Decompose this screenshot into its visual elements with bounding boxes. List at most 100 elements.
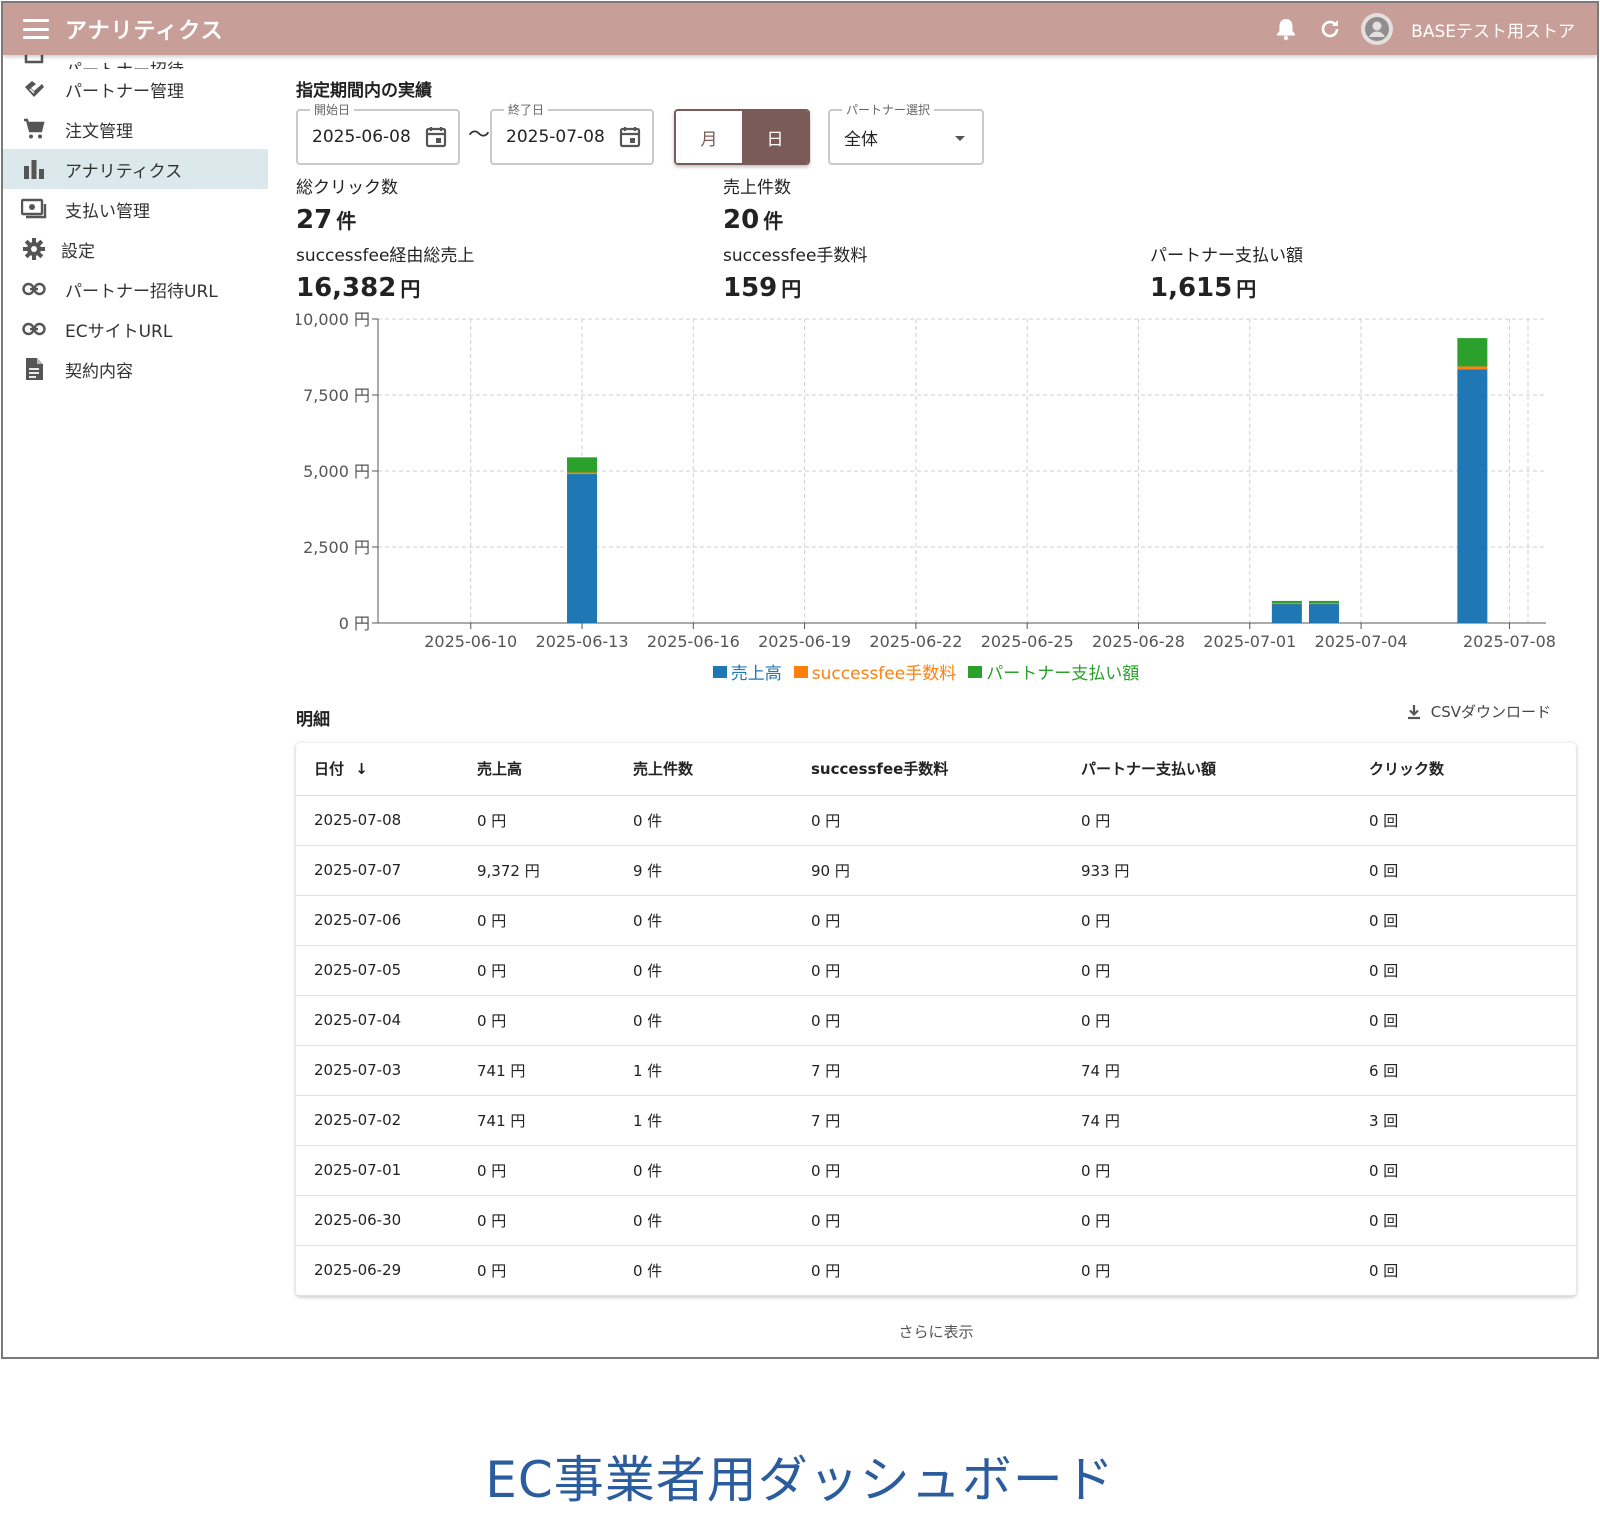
table-cell: 0 円 [1063, 1245, 1351, 1296]
table-cell: 9 件 [615, 845, 793, 896]
table-cell: 2025-07-02 [296, 1095, 459, 1146]
legend-item-payout[interactable]: パートナー支払い額 [968, 659, 1139, 684]
end-date-field[interactable]: 終了日 2025-07-08 [490, 101, 654, 165]
column-header-sales[interactable]: 売上高 [459, 743, 615, 796]
y-tick-label: 2,500 円 [303, 538, 370, 557]
start-date-label: 開始日 [310, 101, 355, 118]
table-cell: 2025-07-08 [296, 795, 459, 846]
table-cell: 2025-07-04 [296, 995, 459, 1046]
sidebar-item-payments[interactable]: 支払い管理 [3, 189, 268, 229]
legend-item-fee[interactable]: successfee手数料 [793, 659, 956, 684]
kpi-clicks-label: 総クリック数 [296, 178, 398, 198]
toggle-month-button[interactable]: 月 [676, 111, 742, 163]
csv-download-button[interactable]: CSVダウンロード [1405, 701, 1551, 722]
x-tick-label: 2025-06-10 [424, 632, 517, 651]
bar-payout [1457, 338, 1488, 367]
legend-label: パートナー支払い額 [986, 664, 1140, 684]
table-row: 2025-07-04 0 円0 件0 円0 円0 回 [296, 995, 1576, 1046]
table-cell: 0 回 [1351, 845, 1576, 896]
table-cell: 741 円 [459, 1045, 615, 1096]
bar-sales [1271, 603, 1302, 623]
kpi-sales-label: successfee経由総売上 [296, 246, 475, 266]
bar-fee [567, 472, 598, 475]
start-date-field[interactable]: 開始日 2025-06-08 [296, 101, 460, 165]
table-cell: 0 円 [793, 1195, 1063, 1246]
table-cell: 6 回 [1351, 1045, 1576, 1096]
details-table-container: 日付 ↓ 売上高 売上件数 successfee手数料 パートナー支払い額 クリ… [296, 743, 1576, 1296]
sort-arrow-down-icon[interactable]: ↓ [355, 760, 368, 778]
toggle-day-button[interactable]: 日 [742, 111, 808, 163]
table-cell: 2025-07-01 [296, 1145, 459, 1196]
table-cell: 0 件 [615, 795, 793, 846]
csv-download-label: CSVダウンロード [1430, 703, 1551, 721]
column-header-fee[interactable]: successfee手数料 [793, 743, 1063, 796]
details-table-body: 2025-07-08 0 円0 件0 円0 円0 回 2025-07-07 9,372… [296, 795, 1576, 1296]
end-date-value: 2025-07-08 [506, 127, 605, 147]
sidebar-item-label: 注文管理 [65, 121, 133, 142]
sidebar-item-label: ECサイトURL [65, 321, 173, 342]
table-cell: 0 回 [1351, 1145, 1576, 1196]
kpi-payout-label: パートナー支払い額 [1150, 246, 1303, 266]
store-name[interactable]: BASEテスト用ストア [1411, 17, 1575, 42]
y-tick-label: 7,500 円 [303, 386, 370, 405]
calendar-icon[interactable] [618, 125, 642, 149]
details-table: 日付 ↓ 売上高 売上件数 successfee手数料 パートナー支払い額 クリ… [296, 743, 1576, 1296]
table-cell: 0 円 [793, 1245, 1063, 1296]
bar-payout [567, 457, 598, 473]
bar-sales [1457, 369, 1488, 623]
legend-swatch [793, 665, 808, 678]
bar-sales [567, 474, 598, 623]
legend-item-sales[interactable]: 売上高 [712, 659, 782, 684]
table-cell: 2025-06-29 [296, 1245, 459, 1296]
sidebar-item-label: 設定 [61, 241, 95, 262]
sidebar-item-label: パートナー招待URL [65, 281, 218, 302]
sidebar-item-orders[interactable]: 注文管理 [3, 109, 268, 149]
partner-select-value: 全体 [844, 130, 878, 150]
calendar-icon[interactable] [424, 125, 448, 149]
sidebar-item-partner-management[interactable]: パートナー管理 [3, 69, 268, 109]
sidebar: パートナー招待 パートナー管理 注文管理 アナリティクス 支払い管理 [3, 55, 268, 1355]
table-cell: 0 件 [615, 945, 793, 996]
sidebar-item-analytics[interactable]: アナリティクス [3, 149, 268, 189]
x-tick-label: 2025-07-04 [1315, 632, 1408, 651]
sidebar-item-label: 支払い管理 [65, 201, 150, 222]
table-cell: 0 件 [615, 1195, 793, 1246]
sidebar-item-partner-invite-url[interactable]: パートナー招待URL [3, 269, 268, 309]
refresh-icon[interactable] [1317, 16, 1343, 42]
x-tick-label: 2025-07-01 [1203, 632, 1296, 651]
bell-icon[interactable] [1273, 16, 1299, 42]
details-title: 明細 [296, 710, 330, 730]
table-cell: 9,372 円 [459, 845, 615, 896]
column-header-orders[interactable]: 売上件数 [615, 743, 793, 796]
table-cell: 0 件 [615, 995, 793, 1046]
sidebar-item-contract[interactable]: 契約内容 [3, 349, 268, 389]
link-icon [21, 316, 47, 342]
column-header-payout[interactable]: パートナー支払い額 [1063, 743, 1351, 796]
bar-fee [1308, 603, 1339, 605]
sidebar-item-settings[interactable]: 設定 [3, 229, 268, 269]
y-tick-label: 10,000 円 [296, 310, 370, 329]
menu-icon[interactable] [23, 19, 49, 39]
y-tick-label: 5,000 円 [303, 462, 370, 481]
column-header-clicks[interactable]: クリック数 [1351, 743, 1576, 796]
column-header-date[interactable]: 日付 ↓ [296, 743, 459, 796]
table-cell: 2025-07-06 [296, 895, 459, 946]
table-cell: 2025-07-07 [296, 845, 459, 896]
table-cell: 0 回 [1351, 1245, 1576, 1296]
sidebar-item-partner-invite[interactable]: パートナー招待 [3, 55, 268, 69]
y-tick-label: 0 円 [339, 614, 370, 633]
show-more-button[interactable]: さらに表示 [296, 1321, 1576, 1342]
top-app-bar: アナリティクス BASEテスト用ストア [3, 3, 1597, 55]
partner-select[interactable]: パートナー選択 全体 [828, 101, 984, 165]
sidebar-item-label: パートナー管理 [65, 81, 184, 102]
table-cell: 74 円 [1063, 1045, 1351, 1096]
avatar[interactable] [1361, 13, 1394, 45]
table-cell: 0 回 [1351, 795, 1576, 846]
kpi-clicks-number: 27 [296, 205, 333, 235]
kpi-orders-number: 20 [723, 205, 760, 235]
sidebar-item-ec-site-url[interactable]: ECサイトURL [3, 309, 268, 349]
table-cell: 0 円 [1063, 995, 1351, 1046]
table-cell: 7 円 [793, 1045, 1063, 1096]
table-row: 2025-07-06 0 円0 件0 円0 円0 回 [296, 895, 1576, 946]
kpi-fee-unit: 円 [781, 277, 802, 301]
